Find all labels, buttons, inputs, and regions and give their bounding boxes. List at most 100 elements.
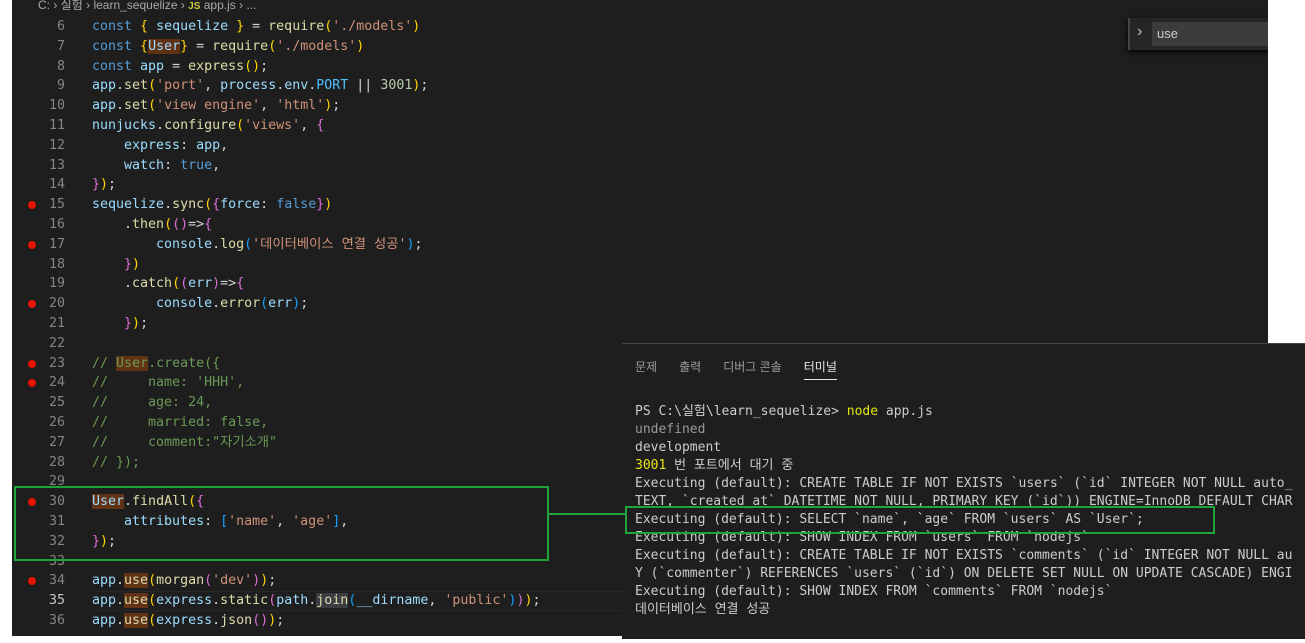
line-number: 25 [48, 395, 65, 411]
code-line[interactable]: 16 .then(()=>{ [12, 215, 1268, 235]
line-number: 12 [48, 137, 65, 153]
breadcrumb-folder[interactable]: 실험 [61, 0, 83, 12]
code-token: . [156, 117, 165, 133]
code-line[interactable]: 11 nunjucks.configure('views', { [12, 116, 1268, 136]
terminal-text: Y (`commenter`) REFERENCES `users` (`id`… [635, 566, 1293, 581]
code-token: './models' [332, 19, 413, 34]
code-token: . [212, 612, 221, 628]
code-line[interactable]: 10 app.set('view engine', 'html'); [12, 96, 1268, 116]
code-line[interactable]: 21 }); [12, 314, 1268, 334]
code-token: ( [148, 573, 157, 589]
code-token: static [220, 593, 269, 609]
find-widget: › use [1128, 18, 1268, 50]
code-line[interactable]: 14}); [12, 175, 1268, 195]
line-text: app.set('view engine', 'html'); [92, 96, 340, 116]
breadcrumb-file[interactable]: app.js [204, 0, 236, 12]
code-token: = [244, 19, 269, 34]
code-line[interactable]: 6 const { sequelize } = require('./models… [12, 17, 1268, 37]
code-line[interactable]: 15 sequelize.sync({force: false}) [12, 195, 1268, 215]
code-token: . [116, 78, 125, 94]
line-text: // User.create({ [92, 354, 220, 374]
code-token: : [260, 197, 277, 213]
line-number: 20 [48, 296, 65, 312]
code-token: , [204, 78, 221, 94]
line-number: 16 [48, 216, 65, 232]
annotation-box-code [14, 486, 549, 561]
find-input[interactable]: use [1152, 22, 1268, 46]
line-number: 10 [48, 98, 65, 114]
panel-tab[interactable]: 디버그 콘솔 [723, 358, 782, 380]
code-token: PORT [316, 78, 349, 94]
code-token: { [140, 19, 149, 34]
line-text: app.use(express.json()); [92, 611, 284, 631]
code-line[interactable]: 9 app.set('port', process.env.PORT || 300… [12, 76, 1268, 96]
code-token: app [92, 78, 117, 94]
code-token: const [92, 19, 141, 34]
terminal-text: undefined [635, 422, 706, 437]
code-token: { [316, 117, 325, 133]
code-token: User [148, 38, 181, 54]
code-token: require [268, 19, 325, 34]
code-token: { [140, 38, 149, 54]
panel-tabs: 문제 출력 디버그 콘솔 터미널 [635, 358, 859, 380]
line-text: // }); [92, 453, 140, 473]
code-token: err [268, 296, 293, 312]
panel-tab[interactable]: 문제 [635, 358, 657, 380]
code-line[interactable]: 13 watch: true, [12, 156, 1268, 176]
code-token: express [188, 58, 245, 74]
code-token: ) [356, 38, 365, 54]
code-line[interactable]: 17 console.log('데이터베이스 연결 성공'); [12, 235, 1268, 255]
chevron-right-icon[interactable]: › [1137, 23, 1142, 41]
terminal-line: Y (`commenter`) REFERENCES `users` (`id`… [635, 565, 1292, 583]
code-token: ; [420, 78, 429, 94]
code-token: () [252, 612, 269, 628]
panel-tab[interactable]: 출력 [679, 358, 701, 380]
code-token: configure [164, 117, 237, 133]
code-token: User [116, 355, 149, 371]
terminal-text: development [635, 440, 722, 455]
code-token: ) [132, 256, 141, 272]
line-text: // married: false, [92, 413, 268, 433]
breadcrumb-more[interactable]: ... [246, 0, 256, 12]
line-text: nunjucks.configure('views', { [92, 116, 324, 136]
line-number: 13 [48, 157, 65, 173]
code-token: ; [140, 315, 149, 331]
code-token: // }); [92, 454, 141, 470]
code-token: console [92, 236, 213, 252]
code-line[interactable]: 18 }) [12, 255, 1268, 275]
code-line[interactable]: 19 .catch((err)=>{ [12, 274, 1268, 294]
code-token: 'public' [444, 593, 509, 609]
code-line[interactable]: 8 const app = express(); [12, 57, 1268, 77]
line-text: const {User} = require('./models') [92, 37, 364, 57]
code-token: app [92, 573, 117, 589]
code-token: use [124, 593, 149, 609]
code-token: ( [180, 276, 189, 292]
code-token: = [164, 58, 189, 74]
code-token: { [236, 276, 245, 292]
code-token: set [124, 98, 149, 114]
line-number: 34 [48, 573, 65, 589]
code-token: .create({ [148, 355, 221, 371]
line-text: const app = express(); [92, 57, 268, 77]
code-token: } [124, 256, 133, 272]
line-number: 11 [48, 117, 65, 133]
code-line[interactable]: 12 express: app, [12, 136, 1268, 156]
line-number: 21 [48, 315, 65, 331]
code-token: . [116, 612, 125, 628]
terminal-text: 데이터베이스 연결 성공 [635, 602, 771, 617]
code-token: = [188, 38, 213, 54]
code-token: env [284, 78, 309, 94]
terminal-line: Executing (default): SHOW INDEX FROM `co… [635, 583, 1292, 601]
breadcrumb-project[interactable]: learn_sequelize [93, 0, 177, 12]
breadcrumb-drive[interactable]: C: [38, 0, 50, 12]
annotation-box-terminal [625, 506, 1215, 534]
code-token: => [220, 276, 237, 292]
code-line[interactable]: 20 console.error(err); [12, 294, 1268, 314]
code-line[interactable]: 7 const {User} = require('./models') [12, 37, 1268, 57]
code-token: . [212, 593, 221, 609]
terminal-line: development [635, 439, 1292, 457]
line-text: sequelize.sync({force: false}) [92, 195, 332, 215]
panel-tab[interactable]: 터미널 [803, 358, 837, 380]
code-token: log [220, 236, 245, 252]
terminal-text: 3001 [635, 458, 667, 473]
